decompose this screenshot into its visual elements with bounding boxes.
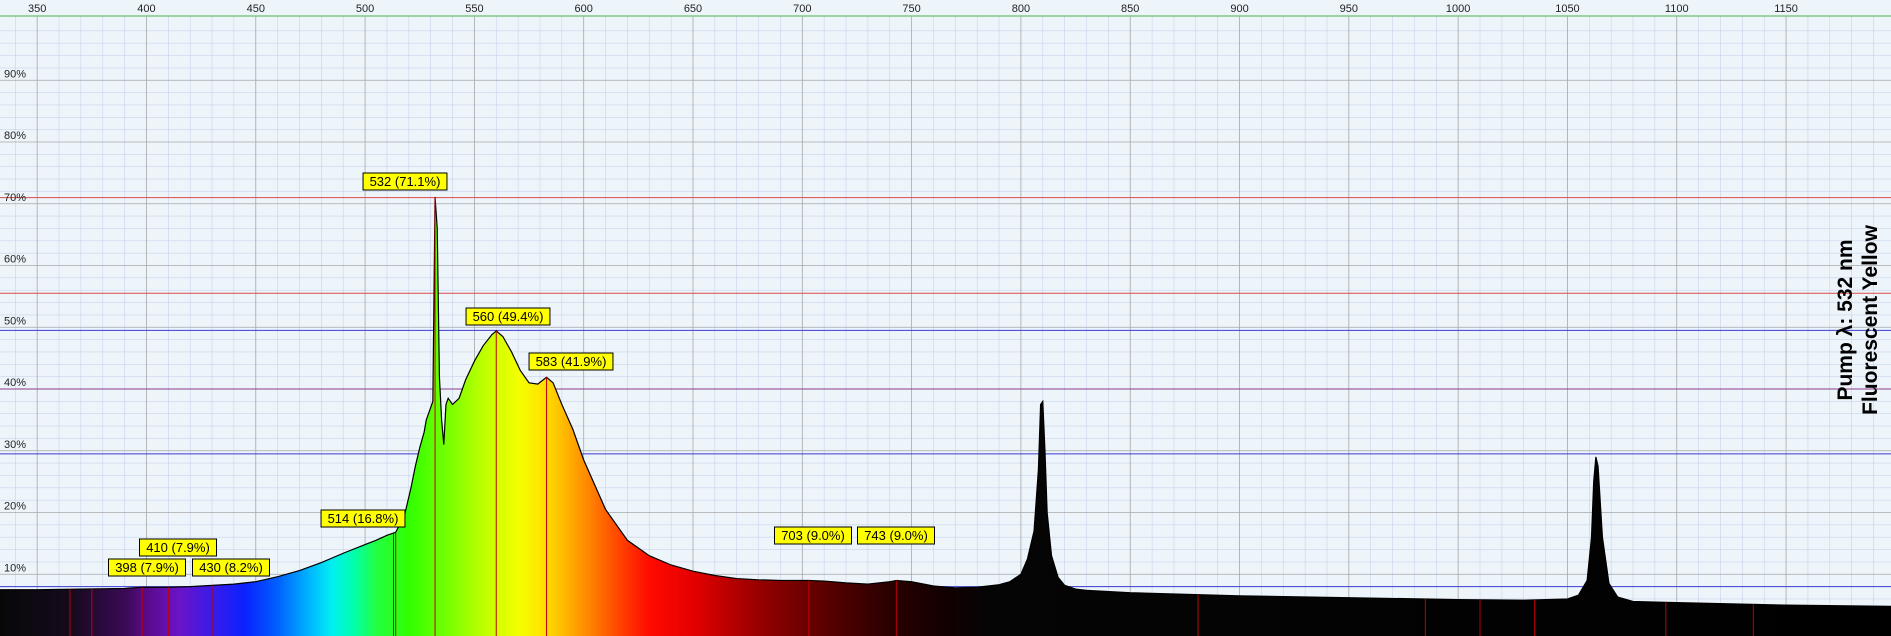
- peak-label-text: 583 (41.9%): [536, 354, 607, 369]
- x-tick-label: 1050: [1555, 3, 1579, 15]
- x-tick-label: 950: [1340, 3, 1358, 15]
- x-tick-label: 700: [793, 3, 811, 15]
- x-tick-label: 350: [28, 3, 46, 15]
- y-tick-label: 20%: [4, 501, 26, 513]
- y-tick-label: 50%: [4, 315, 26, 327]
- peak-label: 532 (71.1%): [362, 172, 448, 191]
- peak-label-text: 410 (7.9%): [146, 540, 210, 555]
- peak-label: 703 (9.0%): [774, 526, 852, 545]
- y-tick-label: 90%: [4, 68, 26, 80]
- x-tick-label: 900: [1230, 3, 1248, 15]
- major-grid: [0, 16, 1891, 636]
- x-tick-label: 850: [1121, 3, 1139, 15]
- spectrum-chart: 532 (71.1%) 560 (49.4%) 583 (41.9%) 514 (16…: [0, 3, 1891, 636]
- title-line-sample: Fluorescent Yellow: [1859, 224, 1882, 415]
- title-line-pump: Pump λ: 532 nm: [1834, 239, 1857, 400]
- peak-label-text: 514 (16.8%): [328, 511, 399, 526]
- y-tick-label: 60%: [4, 254, 26, 266]
- x-tick-label: 800: [1012, 3, 1030, 15]
- x-tick-label: 750: [902, 3, 920, 15]
- x-tick-label: 400: [137, 3, 155, 15]
- x-tick-label: 1000: [1446, 3, 1470, 15]
- x-tick-label: 600: [575, 3, 593, 15]
- x-tick-label: 1150: [1774, 3, 1798, 15]
- y-tick-label: 70%: [4, 192, 26, 204]
- peak-label: 583 (41.9%): [528, 352, 614, 371]
- peak-label-text: 743 (9.0%): [864, 528, 928, 543]
- spectrum-line: [0, 196, 1891, 607]
- peak-label-text: 398 (7.9%): [115, 560, 179, 575]
- peak-label-text: 560 (49.4%): [473, 309, 544, 324]
- x-tick-label: 1100: [1665, 3, 1689, 15]
- y-tick-label: 80%: [4, 130, 26, 142]
- peak-label: 514 (16.8%): [320, 509, 406, 528]
- axes: 350 400 450 500 550 600 650 700 750 800 850 900 950 1…: [0, 3, 1891, 574]
- x-tick-label: 500: [356, 3, 374, 15]
- reference-lines: [0, 197, 1891, 588]
- peak-label: 430 (8.2%): [192, 558, 270, 577]
- peak-label: 410 (7.9%): [139, 538, 217, 557]
- peak-label: 560 (49.4%): [465, 307, 551, 326]
- x-tick-label: 450: [247, 3, 265, 15]
- y-tick-label: 40%: [4, 377, 26, 389]
- y-tick-label: 10%: [4, 562, 26, 574]
- x-tick-label: 550: [465, 3, 483, 15]
- y-tick-label: 30%: [4, 439, 26, 451]
- peak-label-text: 430 (8.2%): [199, 560, 263, 575]
- peak-label: 743 (9.0%): [857, 526, 935, 545]
- peak-label: 398 (7.9%): [108, 558, 186, 577]
- peak-label-text: 532 (71.1%): [370, 174, 441, 189]
- spectrum-area: [0, 196, 1891, 636]
- peak-label-text: 703 (9.0%): [781, 528, 845, 543]
- minor-grid: [0, 16, 1891, 636]
- x-tick-label: 650: [684, 3, 702, 15]
